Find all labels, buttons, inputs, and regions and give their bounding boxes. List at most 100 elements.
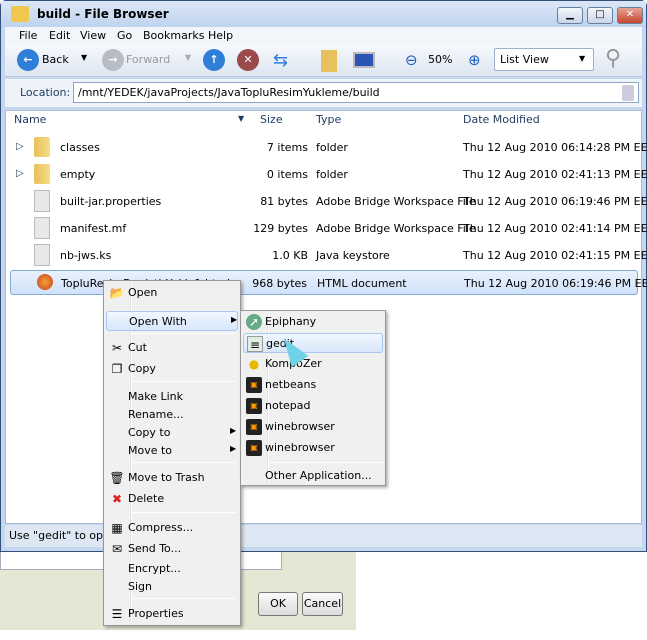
- column-header-type[interactable]: Type: [316, 113, 341, 126]
- menu-item-send-to[interactable]: ✉ Send To...: [106, 539, 238, 559]
- menu-separator: [132, 598, 236, 599]
- menu-item-label: Encrypt...: [128, 562, 181, 575]
- file-type: Adobe Bridge Workspace File: [316, 195, 476, 208]
- menu-bar: File Edit View Go Bookmarks Help: [5, 27, 642, 44]
- menu-item-rename[interactable]: Rename...: [106, 405, 238, 425]
- menu-separator: [132, 462, 236, 463]
- open-with-submenu: ➚ Epiphany ≡ gedit ● KompoZer ▣ netbeans ▣ notepa…: [240, 310, 386, 486]
- menu-item-compress[interactable]: ▦ Compress...: [106, 518, 238, 538]
- column-header-name[interactable]: Name: [14, 113, 46, 126]
- stop-icon[interactable]: ✕: [237, 49, 259, 71]
- folder-icon: [11, 6, 29, 22]
- menu-separator: [269, 462, 383, 463]
- menu-item-label: Compress...: [128, 521, 194, 534]
- column-header-date[interactable]: Date Modified: [463, 113, 540, 126]
- file-name: classes: [60, 141, 100, 154]
- back-button[interactable]: Back: [42, 53, 69, 66]
- epiphany-icon: ➚: [246, 314, 262, 330]
- file-type: folder: [316, 168, 348, 181]
- menu-item-cut[interactable]: ✂ Cut: [106, 338, 238, 358]
- file-type: Adobe Bridge Workspace File: [316, 222, 476, 235]
- up-arrow-icon[interactable]: ↑: [203, 49, 225, 71]
- menu-edit[interactable]: Edit: [49, 29, 70, 42]
- file-date: Thu 12 Aug 2010 02:41:14 PM EEST: [463, 222, 647, 235]
- menu-view[interactable]: View: [80, 29, 106, 42]
- menu-item-open[interactable]: 📂 Open: [106, 283, 238, 303]
- back-history-chevron-icon[interactable]: ▼: [81, 53, 87, 62]
- file-date: Thu 12 Aug 2010 06:19:46 PM EEST: [463, 195, 647, 208]
- submenu-item-label: Epiphany: [265, 315, 317, 328]
- menu-separator: [132, 381, 236, 382]
- file-row[interactable]: ▷ empty 0 items folder Thu 12 Aug 2010 02…: [10, 162, 647, 187]
- clear-icon[interactable]: [622, 85, 634, 101]
- submenu-item-winebrowser[interactable]: ▣ winebrowser: [243, 417, 383, 437]
- cancel-button[interactable]: Cancel: [302, 592, 343, 616]
- menu-item-label: Move to: [128, 444, 173, 457]
- file-type: HTML document: [317, 277, 407, 290]
- column-header-size[interactable]: Size: [260, 113, 283, 126]
- window-title: build - File Browser: [37, 7, 169, 21]
- file-name: empty: [60, 168, 96, 181]
- back-arrow-icon[interactable]: ←: [17, 49, 39, 71]
- menu-file[interactable]: File: [19, 29, 37, 42]
- submenu-item-epiphany[interactable]: ➚ Epiphany: [243, 312, 383, 332]
- menu-item-open-with[interactable]: Open With ▶: [106, 311, 238, 331]
- menu-item-delete[interactable]: ✖ Delete: [106, 489, 238, 509]
- forward-arrow-icon[interactable]: →: [102, 49, 124, 71]
- menu-go[interactable]: Go: [117, 29, 132, 42]
- submenu-item-gedit[interactable]: ≡ gedit: [243, 333, 383, 353]
- view-select[interactable]: List View ▼: [494, 48, 594, 71]
- submenu-item-netbeans[interactable]: ▣ netbeans: [243, 375, 383, 395]
- menu-item-copy[interactable]: ❐ Copy: [106, 359, 238, 379]
- forward-history-chevron-icon[interactable]: ▼: [185, 53, 191, 62]
- zoom-out-icon[interactable]: ⊖: [405, 51, 418, 69]
- expand-icon[interactable]: ▷: [16, 168, 24, 179]
- menu-bookmarks[interactable]: Bookmarks: [143, 29, 204, 42]
- file-icon: [34, 217, 50, 239]
- properties-icon: ☰: [111, 607, 123, 621]
- minimize-button[interactable]: ▁: [557, 7, 583, 24]
- location-input[interactable]: /mnt/YEDEK/javaProjects/JavaTopluResimYu…: [73, 82, 639, 103]
- kompozer-icon: ●: [248, 357, 260, 371]
- menu-item-encrypt[interactable]: Encrypt...: [106, 559, 238, 579]
- submenu-item-other-application[interactable]: Other Application...: [243, 466, 383, 486]
- toolbar: ← Back ▼ → Forward ▼ ↑ ✕ ⇆ ⊖ 50% ⊕ List …: [5, 44, 642, 77]
- menu-item-make-link[interactable]: Make Link: [106, 387, 238, 407]
- submenu-item-label: winebrowser: [265, 441, 335, 454]
- file-type: Java keystore: [316, 249, 390, 262]
- menu-item-sign[interactable]: Sign: [106, 577, 238, 597]
- trash-icon: 🗑: [109, 471, 125, 485]
- menu-item-move-to[interactable]: Move to ▶: [106, 441, 238, 461]
- view-select-value: List View: [500, 53, 549, 66]
- menu-item-label: Copy: [128, 362, 156, 375]
- menu-item-properties[interactable]: ☰ Properties: [106, 604, 238, 624]
- forward-button[interactable]: Forward: [126, 53, 170, 66]
- reload-icon[interactable]: ⇆: [273, 50, 288, 71]
- submenu-item-kompozer[interactable]: ● KompoZer: [243, 354, 383, 374]
- submenu-item-notepad[interactable]: ▣ notepad: [243, 396, 383, 416]
- menu-item-copy-to[interactable]: Copy to ▶: [106, 423, 238, 443]
- maximize-button[interactable]: □: [587, 7, 613, 24]
- location-label: Location:: [20, 86, 71, 99]
- submenu-arrow-icon: ▶: [230, 426, 237, 435]
- search-icon[interactable]: ⚲: [605, 46, 621, 71]
- menu-item-label: Make Link: [128, 390, 183, 403]
- computer-icon[interactable]: [353, 52, 375, 68]
- close-button[interactable]: ✕: [617, 7, 643, 24]
- zoom-in-icon[interactable]: ⊕: [468, 51, 481, 69]
- zoom-level: 50%: [428, 53, 453, 66]
- menu-item-move-to-trash[interactable]: 🗑 Move to Trash: [106, 468, 238, 488]
- menu-item-label: Sign: [128, 580, 152, 593]
- wine-icon: ▣: [246, 398, 262, 414]
- file-row[interactable]: built-jar.properties 81 bytes Adobe Brid…: [10, 189, 647, 214]
- file-row[interactable]: nb-jws.ks 1.0 KB Java keystore Thu 12 Au…: [10, 243, 647, 268]
- expand-icon[interactable]: ▷: [16, 141, 24, 152]
- ok-button[interactable]: OK: [258, 592, 298, 616]
- file-date: Thu 12 Aug 2010 06:14:28 PM EEST: [463, 141, 647, 154]
- file-row[interactable]: ▷ classes 7 items folder Thu 12 Aug 2010 …: [10, 135, 647, 160]
- menu-help[interactable]: Help: [208, 29, 233, 42]
- file-icon: [34, 190, 50, 212]
- submenu-item-winebrowser[interactable]: ▣ winebrowser: [243, 438, 383, 458]
- file-row[interactable]: manifest.mf 129 bytes Adobe Bridge Works…: [10, 216, 647, 241]
- home-icon[interactable]: [321, 50, 337, 72]
